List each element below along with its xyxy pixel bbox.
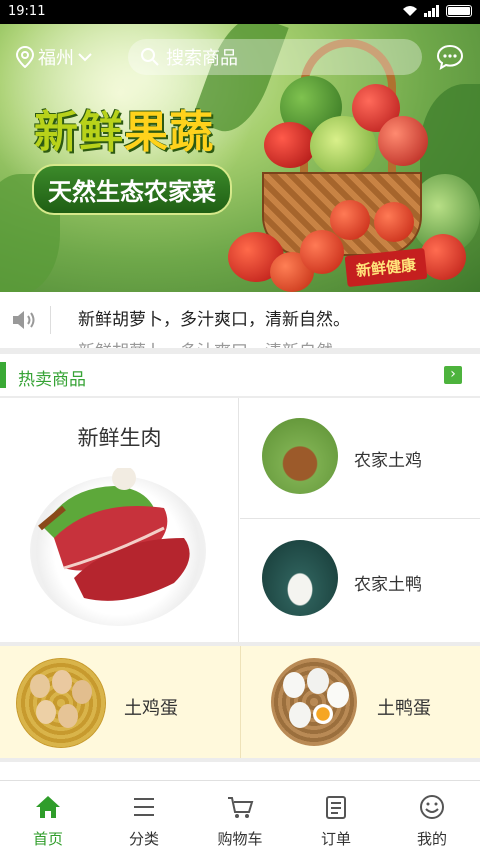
tab-category[interactable]: 分类 xyxy=(96,781,192,853)
home-icon xyxy=(36,796,60,818)
product-card-duck[interactable]: 农家土鸭 xyxy=(240,520,480,642)
tab-profile[interactable]: 我的 xyxy=(384,781,480,853)
product-card-meat[interactable]: 新鲜生肉 xyxy=(0,398,239,642)
battery-icon xyxy=(446,5,472,17)
status-time: 19:11 xyxy=(8,4,46,19)
tab-label: 分类 xyxy=(128,830,159,848)
hot-products-header: 热卖商品 › xyxy=(0,354,480,396)
tab-label: 我的 xyxy=(416,830,447,848)
app-root: 19:11 新鲜果蔬 天然生态农家菜 新鲜健康 福州 搜索商品 新鲜胡萝卜，多汁… xyxy=(0,0,480,853)
product-name: 农家土鸭 xyxy=(354,575,422,595)
product-card-duck-egg[interactable]: 土鸭蛋 xyxy=(240,646,479,758)
meat-illustration xyxy=(38,468,190,601)
speaker-icon xyxy=(13,311,35,329)
smile-icon xyxy=(420,795,444,819)
product-name: 农家土鸡 xyxy=(354,451,422,471)
product-name: 土鸭蛋 xyxy=(377,698,431,719)
tab-label: 订单 xyxy=(320,830,351,848)
search-icon xyxy=(141,48,159,66)
cart-icon xyxy=(228,797,254,818)
status-bar: 19:11 xyxy=(0,0,480,24)
banner-headline: 新鲜果蔬 xyxy=(34,107,214,158)
next-row-peek xyxy=(0,762,480,782)
product-card-chicken-egg[interactable]: 土鸡蛋 xyxy=(0,646,239,758)
announcement-text: 新鲜胡萝卜，多汁爽口，清新自然。 xyxy=(78,310,350,330)
bottom-tab-bar: 首页 分类 购物车 订单 我的 xyxy=(0,780,480,853)
duck-image xyxy=(262,540,338,616)
tab-cart[interactable]: 购物车 xyxy=(192,781,288,853)
tab-label: 购物车 xyxy=(217,830,263,848)
banner-subtitle: 天然生态农家菜 xyxy=(32,164,232,215)
section-title: 热卖商品 xyxy=(18,370,86,390)
search-input[interactable]: 搜索商品 xyxy=(128,39,422,75)
tab-label: 首页 xyxy=(32,830,63,848)
product-name: 土鸡蛋 xyxy=(124,698,178,719)
promo-banner[interactable]: 新鲜果蔬 天然生态农家菜 新鲜健康 福州 搜索商品 xyxy=(0,24,480,292)
list-icon xyxy=(134,798,154,816)
more-arrow-icon[interactable]: › xyxy=(444,366,462,384)
product-title: 新鲜生肉 xyxy=(77,426,162,450)
message-icon[interactable] xyxy=(436,43,464,71)
announcement-text-next: 新鲜胡萝卜，多汁爽口，清新自然。 xyxy=(78,337,350,348)
order-icon xyxy=(326,796,346,819)
chicken-image xyxy=(262,418,338,494)
announcement-bar[interactable]: 新鲜胡萝卜，多汁爽口，清新自然。 新鲜胡萝卜，多汁爽口，清新自然。 xyxy=(0,292,480,348)
tab-orders[interactable]: 订单 xyxy=(288,781,384,853)
signal-icon xyxy=(424,5,439,17)
hot-products-grid: 新鲜生肉 农家土鸡 农家土鸭 xyxy=(0,398,480,642)
search-placeholder: 搜索商品 xyxy=(166,48,238,69)
chevron-down-icon xyxy=(78,53,92,62)
city-selector[interactable]: 福州 xyxy=(16,44,92,70)
top-bar: 福州 搜索商品 xyxy=(0,24,480,86)
tab-home[interactable]: 首页 xyxy=(0,781,96,853)
status-icons xyxy=(402,5,472,17)
product-card-chicken[interactable]: 农家土鸡 xyxy=(240,398,480,519)
egg-products-row: 土鸡蛋 土鸭蛋 xyxy=(0,646,480,758)
location-pin-icon xyxy=(16,46,34,68)
city-label: 福州 xyxy=(38,48,74,69)
wifi-icon xyxy=(403,6,417,16)
